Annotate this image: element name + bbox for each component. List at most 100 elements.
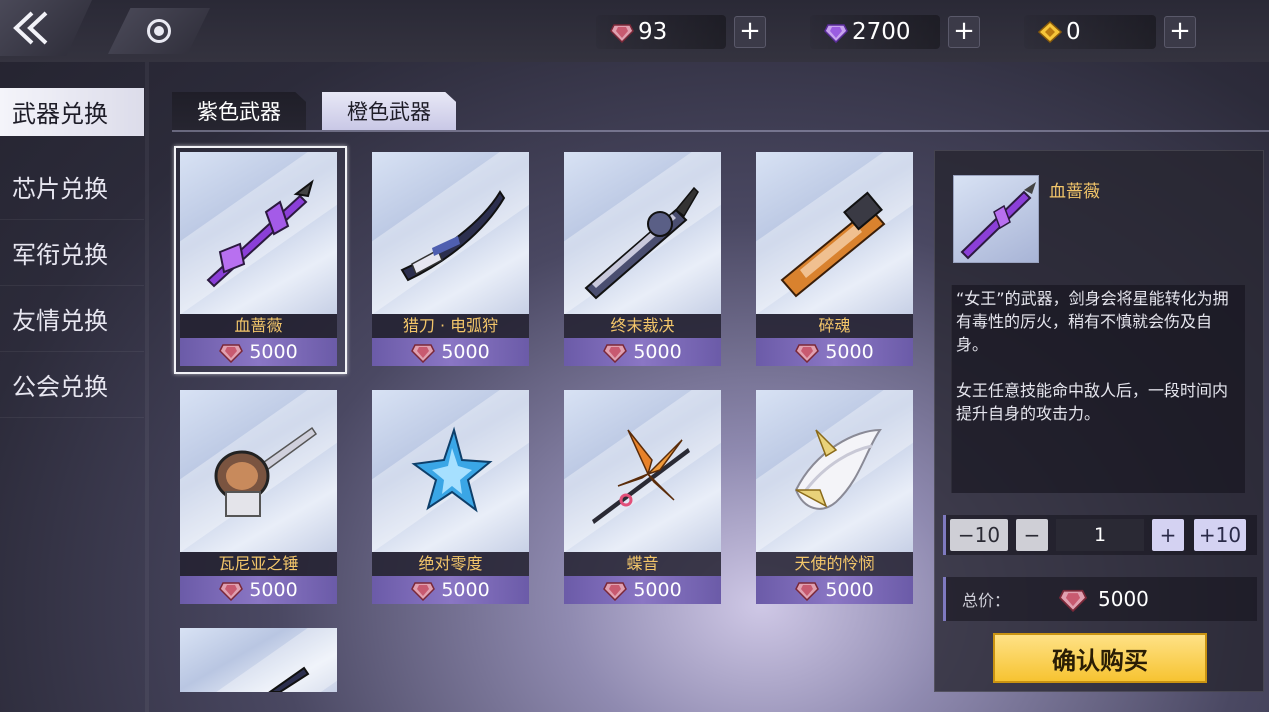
add-purple-crystal-button[interactable]: + — [948, 16, 980, 48]
item-name: 碎魂 — [756, 314, 913, 338]
item-name: 瓦尼亚之锤 — [180, 552, 337, 576]
item-thumbnail — [953, 175, 1039, 263]
sidebar-item-rank-exchange[interactable]: 军衔兑换 — [0, 220, 144, 286]
currency-gold-coin: 0 + — [1024, 14, 1196, 50]
item-price: 5000 — [564, 338, 721, 366]
item-price-value: 5000 — [825, 579, 874, 601]
sword-icon — [960, 182, 1036, 260]
item-price-value: 5000 — [441, 341, 490, 363]
item-card[interactable]: 蝶音 5000 — [564, 390, 721, 604]
item-detail-panel: 血蔷薇 “女王”的武器，剑身会将星能转化为拥有毒性的厉火，稍有不慎就会伤及自身。… — [934, 150, 1264, 692]
blade-icon — [268, 666, 310, 692]
tab-orange-weapons[interactable]: 橙色武器 — [322, 92, 456, 130]
minus-button[interactable]: − — [1016, 519, 1048, 551]
quantity-input[interactable]: 1 — [1056, 519, 1144, 551]
currency-purple-crystal: 2700 + — [810, 14, 980, 50]
currency-box: 2700 — [810, 15, 940, 49]
ice-star-icon — [411, 426, 493, 513]
item-price: 5000 — [756, 338, 913, 366]
currency-red-crystal: 93 + — [596, 14, 766, 50]
tab-purple-weapons[interactable]: 紫色武器 — [172, 92, 306, 130]
quantity-stepper: −10 − 1 + +10 — [943, 515, 1257, 555]
add-gold-coin-button[interactable]: + — [1164, 16, 1196, 48]
item-art — [180, 390, 337, 552]
item-name: 蝶音 — [564, 552, 721, 576]
red-crystal-icon — [411, 344, 436, 363]
total-value: 5000 — [1098, 587, 1149, 611]
red-crystal-icon — [795, 582, 820, 601]
sidebar-item-friendship-exchange[interactable]: 友情兑换 — [0, 286, 144, 352]
item-price: 5000 — [180, 338, 337, 366]
item-price-value: 5000 — [441, 579, 490, 601]
tab-underline — [172, 130, 1269, 132]
blade-icon — [400, 190, 506, 282]
item-name: 终末裁决 — [564, 314, 721, 338]
sidebar-item-chip-exchange[interactable]: 芯片兑换 — [0, 154, 144, 220]
item-card[interactable]: 血蔷薇 5000 — [174, 146, 347, 374]
item-art — [564, 152, 721, 314]
item-art — [372, 152, 529, 314]
double-chevron-left-icon — [13, 11, 48, 45]
item-description: “女王”的武器，剑身会将星能转化为拥有毒性的厉火，稍有不慎就会伤及自身。 女王任… — [951, 285, 1245, 493]
item-card[interactable]: 猎刀 · 电弧狩 5000 — [372, 152, 529, 366]
item-art — [756, 390, 913, 552]
sidebar-divider — [145, 62, 149, 712]
red-crystal-icon — [603, 582, 628, 601]
currency-value: 2700 — [852, 19, 911, 45]
item-name: 猎刀 · 电弧狩 — [372, 314, 529, 338]
item-price-value: 5000 — [633, 579, 682, 601]
item-card[interactable]: 天使的怜悯 5000 — [756, 390, 913, 604]
item-price-value: 5000 — [825, 341, 874, 363]
weapon-tabs: 紫色武器 橙色武器 — [172, 92, 456, 130]
sidebar: 武器兑换 芯片兑换 军衔兑换 友情兑换 公会兑换 — [0, 88, 144, 418]
total-label: 总价： — [962, 591, 1011, 610]
add-red-crystal-button[interactable]: + — [734, 16, 766, 48]
item-card[interactable]: 瓦尼亚之锤 5000 — [180, 390, 337, 604]
description-paragraph: “女王”的武器，剑身会将星能转化为拥有毒性的厉火，稍有不慎就会伤及自身。 — [956, 289, 1229, 354]
item-art — [180, 152, 337, 314]
item-card[interactable]: 碎魂 5000 — [756, 152, 913, 366]
greatsword-icon — [584, 186, 699, 300]
butterfly-staff-icon — [592, 429, 690, 524]
total-price-row: 总价： 5000 — [943, 577, 1257, 621]
red-crystal-icon — [603, 344, 628, 363]
top-bar: 93 + 2700 + 0 + — [0, 0, 1269, 62]
chainsword-icon — [780, 191, 886, 298]
item-art — [564, 390, 721, 552]
confirm-purchase-button[interactable]: 确认购买 — [993, 633, 1207, 683]
plus-button[interactable]: + — [1152, 519, 1184, 551]
item-card[interactable] — [180, 628, 337, 692]
item-price: 5000 — [372, 338, 529, 366]
item-price: 5000 — [564, 576, 721, 604]
item-price: 5000 — [372, 576, 529, 604]
currency-value: 93 — [638, 19, 668, 45]
item-price-value: 5000 — [633, 341, 682, 363]
purple-crystal-icon — [824, 24, 848, 43]
item-card[interactable]: 终末裁决 5000 — [564, 152, 721, 366]
currency-value: 0 — [1066, 19, 1081, 45]
currency-box: 0 — [1024, 15, 1156, 49]
sidebar-item-guild-exchange[interactable]: 公会兑换 — [0, 352, 144, 418]
red-crystal-icon — [795, 344, 820, 363]
hammer-icon — [214, 426, 318, 517]
back-button[interactable] — [0, 0, 92, 56]
sword-icon — [206, 179, 314, 288]
item-name: 绝对零度 — [372, 552, 529, 576]
item-card[interactable]: 绝对零度 5000 — [372, 390, 529, 604]
home-button[interactable] — [108, 8, 210, 54]
minus-10-button[interactable]: −10 — [950, 519, 1008, 551]
plus-10-button[interactable]: +10 — [1194, 519, 1246, 551]
currency-box: 93 — [596, 15, 726, 49]
item-name: 血蔷薇 — [180, 314, 337, 338]
item-price: 5000 — [756, 576, 913, 604]
red-crystal-icon — [1058, 589, 1088, 612]
item-price: 5000 — [180, 576, 337, 604]
home-icon — [147, 19, 171, 43]
detail-item-name: 血蔷薇 — [1049, 182, 1100, 202]
description-paragraph: 女王任意技能命中敌人后，一段时间内提升自身的攻击力。 — [956, 381, 1229, 423]
red-crystal-icon — [219, 344, 244, 363]
angel-wing-icon — [794, 428, 882, 510]
red-crystal-icon — [411, 582, 436, 601]
sidebar-item-weapon-exchange[interactable]: 武器兑换 — [0, 88, 144, 136]
item-price-value: 5000 — [249, 341, 298, 363]
